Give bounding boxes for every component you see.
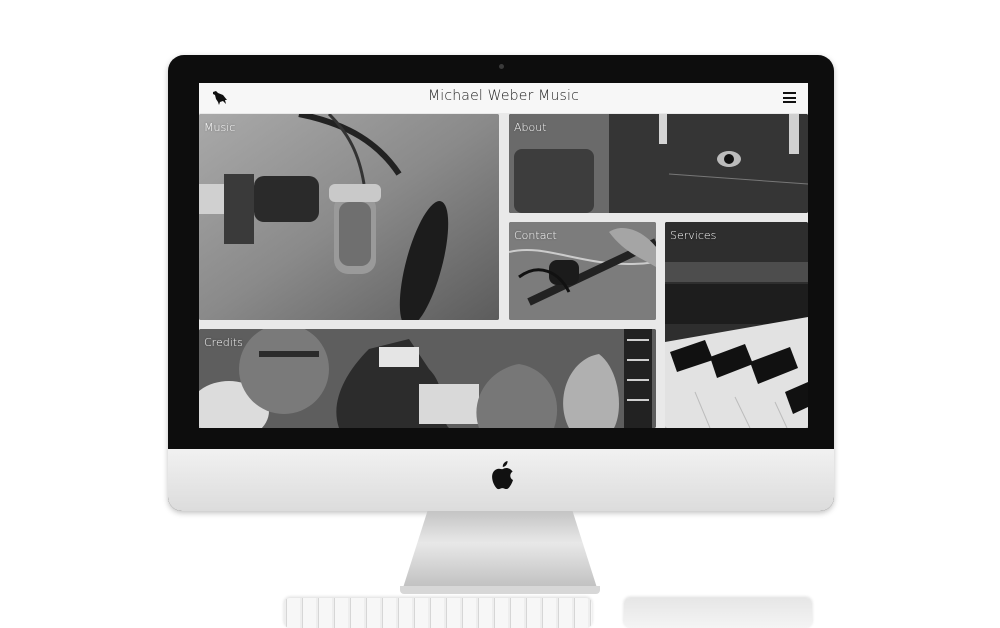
site-title[interactable]: Michael Weber Music bbox=[199, 88, 808, 104]
tile-contact[interactable]: Contact bbox=[509, 222, 656, 320]
trackpad bbox=[624, 598, 812, 628]
tile-credits-label: Credits bbox=[204, 336, 243, 349]
site-header: Michael Weber Music bbox=[199, 83, 808, 113]
tile-credits[interactable]: Credits bbox=[199, 329, 656, 428]
imac-stand bbox=[402, 511, 598, 591]
imac-chin bbox=[168, 449, 834, 511]
tile-music[interactable]: Music bbox=[199, 114, 499, 320]
apple-logo-icon bbox=[492, 461, 513, 490]
tile-services-label: Services bbox=[670, 229, 717, 242]
guitars-photo bbox=[199, 329, 656, 428]
imac-stand-base bbox=[400, 586, 600, 594]
webcam bbox=[499, 64, 504, 69]
tile-music-label: Music bbox=[204, 121, 236, 134]
piano-photo bbox=[665, 222, 808, 428]
hamburger-menu-icon[interactable] bbox=[783, 92, 796, 103]
tile-contact-label: Contact bbox=[514, 229, 557, 242]
drum-photo bbox=[509, 114, 808, 213]
tile-services[interactable]: Services bbox=[665, 222, 808, 428]
tile-about-label: About bbox=[514, 121, 547, 134]
tile-about[interactable]: About bbox=[509, 114, 808, 213]
microphone-photo bbox=[199, 114, 499, 320]
screen: Michael Weber Music Music About Contact … bbox=[199, 83, 808, 428]
keyboard bbox=[284, 598, 592, 628]
